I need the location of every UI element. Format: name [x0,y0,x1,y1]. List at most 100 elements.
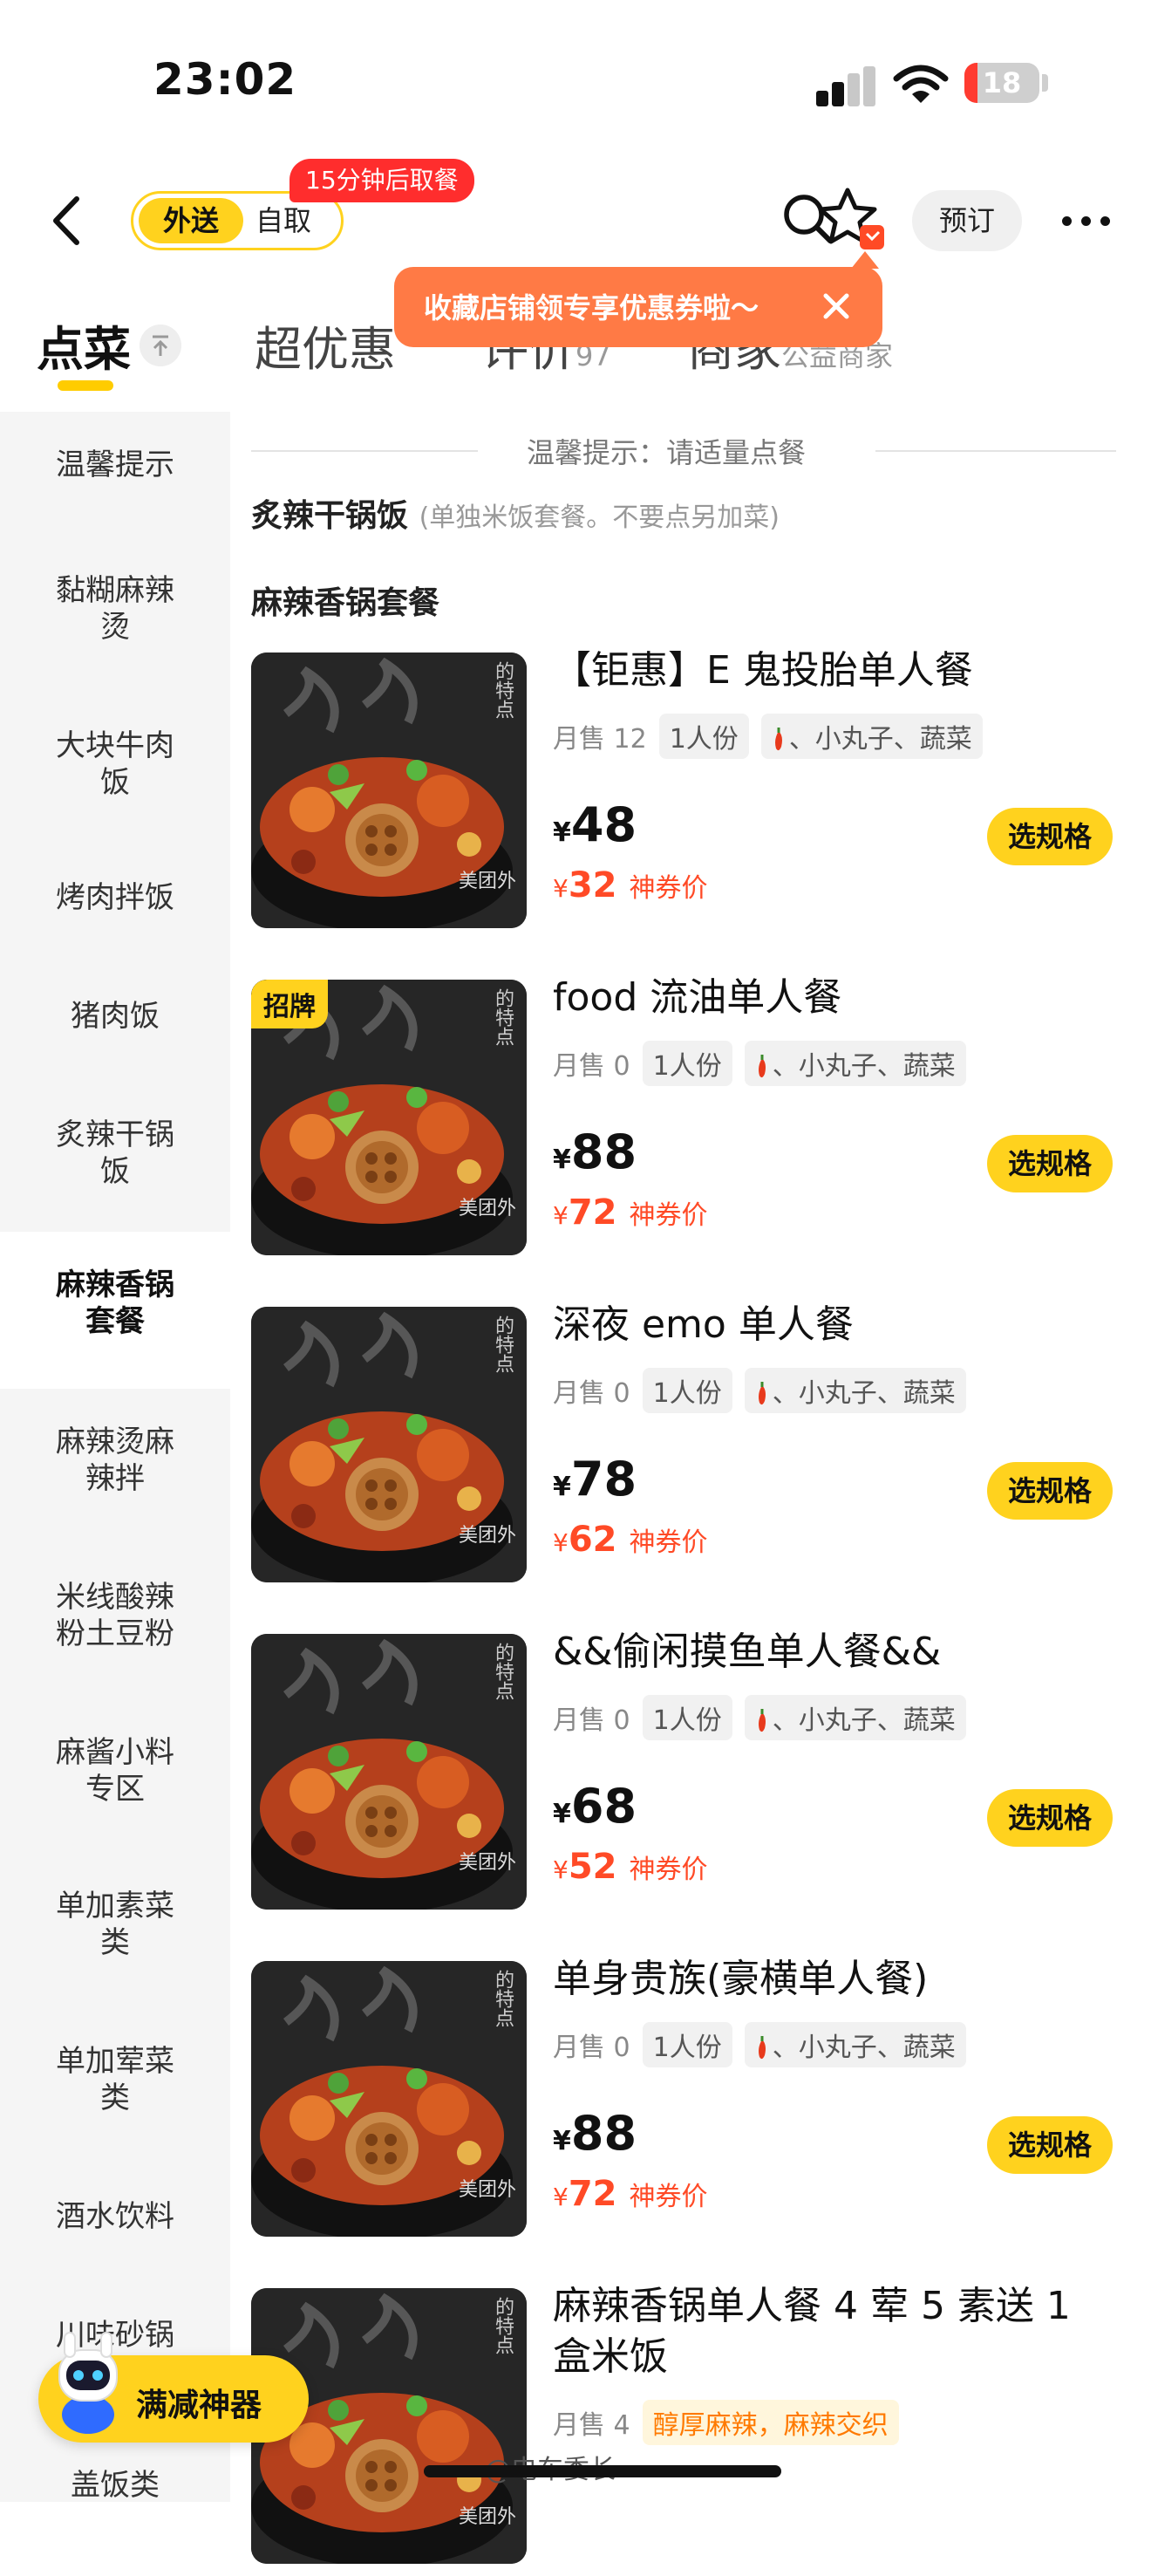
portion-chip: 1人份 [642,2022,732,2067]
product-meta: 月售 0 1人份 、小丸子、蔬菜 [553,2022,966,2067]
signature-badge: 招牌 [251,980,328,1028]
product-price: ¥88 [553,1124,637,1179]
product-name[interactable]: 单身贵族(豪横单人餐) [553,1954,1120,2005]
ingredients-chip: 、小丸子、蔬菜 [744,1041,966,1086]
cellular-signal-icon [816,66,877,106]
tooltip-arrow [851,251,879,269]
product-meta: 月售 4 醇厚麻辣，麻辣交织 [553,2400,899,2445]
close-icon[interactable] [816,286,856,326]
product-card[interactable]: 美团外 的特点 招牌 food 流油单人餐 月售 0 1人份 、小丸子、蔬菜 ¥88 ¥72 神… [251,975,1132,1268]
active-tab-indicator [58,380,113,391]
sidebar-item-pork-rice[interactable]: 猪肉饭 [0,998,230,1035]
select-spec-button[interactable]: 选规格 [987,1789,1113,1847]
discount-tool-button[interactable]: 满减神器 [38,2332,309,2443]
price-currency: ¥ [553,817,571,848]
sidebar-item-sauces[interactable]: 麻酱小料专区 [0,1734,230,1807]
product-name[interactable]: 深夜 emo 单人餐 [553,1300,1120,1350]
tab-deals[interactable]: 超优惠 [255,311,396,379]
sidebar-item-noodles[interactable]: 米线酸辣粉土豆粉 [0,1579,230,1652]
product-name[interactable]: food 流油单人餐 [553,973,1120,1023]
sidebar-item-spicy-pot[interactable]: 麻辣香锅套餐 [0,1232,230,1389]
price-currency: ¥ [553,1799,571,1829]
battery-percent: 18 [982,66,1022,99]
product-image[interactable]: 美团外 的特点 [251,1307,527,1582]
battery-icon: 18 [964,63,1039,103]
battery-tip [1042,74,1048,92]
price-value: 88 [570,1124,637,1179]
coupon-price-value: 72 [568,1192,617,1233]
chili-icon [758,2035,766,2059]
sidebar-item-add-veg[interactable]: 单加素菜类 [0,1888,230,1961]
select-spec-button[interactable]: 选规格 [987,2116,1113,2174]
coupon-price-label: 神券价 [629,873,708,904]
more-menu-icon[interactable] [1060,206,1113,232]
coupon-tooltip-text: 收藏店铺领专享优惠券啦～ [424,291,759,325]
coupon-price-value: 32 [568,865,617,905]
coupon-currency: ¥ [553,1528,569,1557]
section-title-dry-pot: 炙辣干锅饭 (单独米饭套餐。不要点另加菜) [251,490,780,536]
product-card[interactable]: 美团外 的特点 单身贵族(豪横单人餐) 月售 0 1人份 、小丸子、蔬菜 ¥88 ¥72 神券… [251,1957,1132,2249]
select-spec-button[interactable]: 选规格 [987,1462,1113,1520]
product-image[interactable]: 美团外 的特点 [251,1961,527,2237]
product-card[interactable]: 美团外 的特点 &&偷闲摸鱼单人餐&& 月售 0 1人份 、小丸子、蔬菜 ¥68 ¥52 神券… [251,1630,1132,1922]
status-bar: 23:02 18 [0,0,1151,148]
coupon-tooltip[interactable]: 收藏店铺领专享优惠券啦～ [394,251,882,347]
sidebar-item-bbq-rice[interactable]: 烤肉拌饭 [0,879,230,916]
sidebar-item-rice-bowls[interactable]: 盖饭类 [0,2467,230,2504]
sidebar-item-beef-rice[interactable]: 大块牛肉饭 [0,728,230,801]
delivery-tab[interactable]: 外送 [139,198,243,243]
back-arrow-icon[interactable] [45,192,94,249]
ingredients-chip: 、小丸子、蔬菜 [760,714,983,759]
select-spec-button[interactable]: 选规格 [987,808,1113,865]
reserve-button[interactable]: 预订 [912,190,1022,251]
product-meta: 月售 0 1人份 、小丸子、蔬菜 [553,1041,966,1086]
product-image[interactable]: 美团外 的特点 招牌 [251,980,527,1255]
sidebar-item-tips[interactable]: 温馨提示 [0,447,230,483]
home-indicator[interactable] [424,2465,781,2477]
coupon-currency: ¥ [553,1201,569,1230]
monthly-sales: 月售 12 [553,724,647,755]
favorite-star-icon[interactable] [814,185,898,255]
product-image[interactable]: 美团外 的特点 [251,1634,527,1910]
tab-order[interactable]: 点菜 [37,311,131,379]
status-time: 23:02 [153,54,297,105]
ingredients-chip: 、小丸子、蔬菜 [744,1695,966,1740]
portion-chip: 1人份 [658,714,749,759]
flavor-tag: 醇厚麻辣，麻辣交织 [642,2400,899,2445]
product-card[interactable]: 美团外 的特点 【钜惠】E 鬼投胎单人餐 月售 12 1人份 、小丸子、蔬菜 ¥48 ¥32… [251,648,1132,940]
monthly-sales: 月售 0 [553,1051,630,1082]
monthly-sales: 月售 0 [553,1378,630,1409]
select-spec-button[interactable]: 选规格 [987,1135,1113,1192]
monthly-sales: 月售 0 [553,1705,630,1736]
ingredients-text: 、小丸子、蔬菜 [772,1051,956,1082]
ingredients-chip: 、小丸子、蔬菜 [744,1368,966,1413]
price-currency: ¥ [553,2126,571,2156]
image-stamp: 的特点 [492,661,514,719]
wifi-icon [893,65,949,103]
sidebar-item-dry-pot-rice[interactable]: 炙辣干锅饭 [0,1117,230,1190]
coupon-price-value: 52 [568,1847,617,1887]
section-note: (单独米饭套餐。不要点另加菜) [419,502,780,533]
product-price: ¥48 [553,797,637,852]
sidebar-item-drinks[interactable]: 酒水饮料 [0,2198,230,2235]
sidebar-item-add-meat[interactable]: 单加荤菜类 [0,2043,230,2116]
sidebar-item-malatang[interactable]: 黏糊麻辣烫 [0,572,230,646]
product-card[interactable]: 美团外 的特点 深夜 emo 单人餐 月售 0 1人份 、小丸子、蔬菜 ¥78 ¥62 神券价… [251,1302,1132,1595]
coupon-currency: ¥ [553,874,569,903]
category-sidebar: 温馨提示 黏糊麻辣烫 大块牛肉饭 烤肉拌饭 猪肉饭 炙辣干锅饭 麻辣香锅套餐 麻… [0,412,230,2504]
product-image[interactable]: 美团外 的特点 [251,653,527,928]
product-card[interactable]: 美团外 的特点 麻辣香锅单人餐 4 荤 5 素送 1 盒米饭 月售 4 醇厚麻辣，麻辣… [251,2284,1132,2576]
sidebar-item-malatang-mix[interactable]: 麻辣烫麻辣拌 [0,1424,230,1497]
pickup-tab[interactable]: 自取 [255,198,334,243]
coupon-price: ¥62 神券价 [553,1520,708,1560]
product-name[interactable]: 麻辣香锅单人餐 4 荤 5 素送 1 盒米饭 [553,2281,1120,2382]
discount-tool-label: 满减神器 [136,2388,262,2423]
section-title-text: 炙辣干锅饭 [251,498,409,534]
coupon-price: ¥32 神券价 [553,865,708,905]
product-name[interactable]: &&偷闲摸鱼单人餐&& [553,1627,1120,1677]
divider-right [875,450,1116,452]
tip-text: 温馨提示：请适量点餐 [527,436,807,469]
price-value: 48 [570,797,637,852]
pin-top-icon[interactable] [140,325,181,366]
product-name[interactable]: 【钜惠】E 鬼投胎单人餐 [553,646,1120,696]
